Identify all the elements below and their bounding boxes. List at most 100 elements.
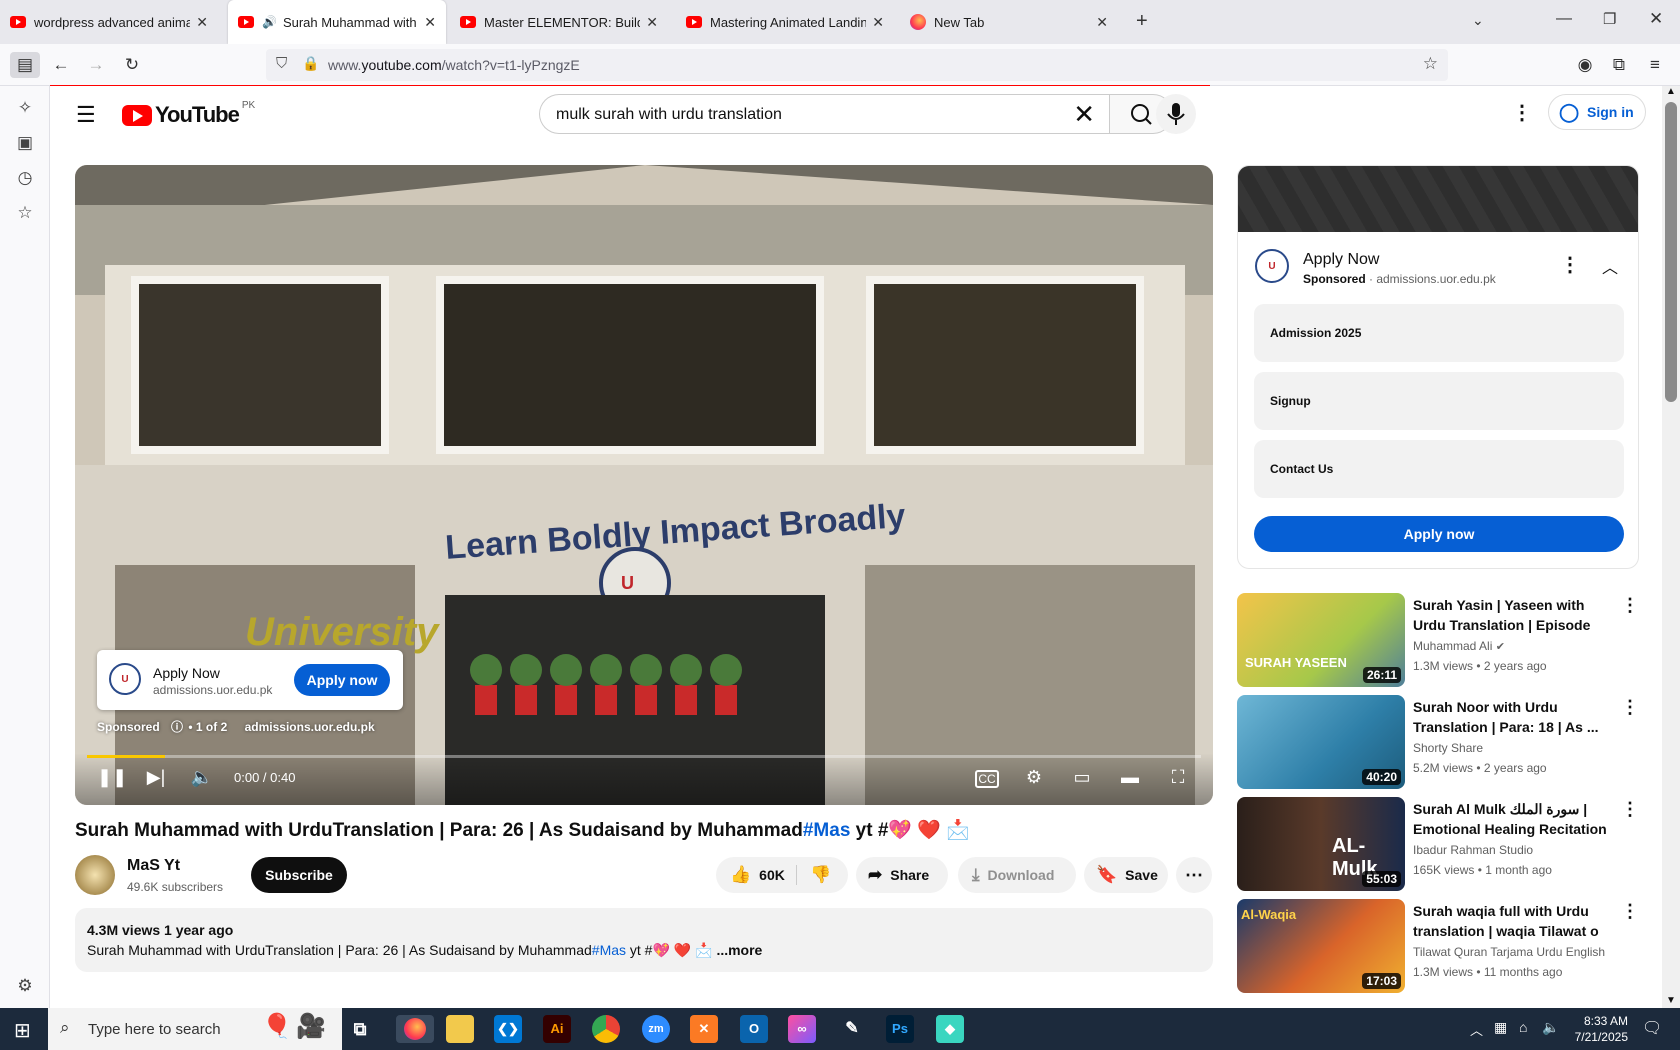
settings-gear-icon[interactable]: ⚙: [1021, 767, 1047, 788]
search-box[interactable]: mulk surah with urdu translation ✕: [539, 94, 1109, 134]
captions-icon[interactable]: CC: [975, 770, 999, 788]
description-box[interactable]: 4.3M views 1 year ago Surah Muhammad wit…: [75, 908, 1213, 972]
account-icon[interactable]: ◉: [1572, 52, 1598, 78]
recommendation-item[interactable]: 40:20 Surah Noor with Urdu Translation |…: [1237, 695, 1639, 791]
video-thumbnail[interactable]: 40:20: [1237, 695, 1405, 789]
share-button[interactable]: ➦ Share: [856, 857, 948, 893]
wifi-icon[interactable]: ⌂: [1519, 1019, 1527, 1035]
ad-link-signup[interactable]: Signup: [1254, 372, 1624, 430]
ai-sparkle-icon[interactable]: ✧: [14, 98, 36, 120]
url-text[interactable]: www.youtube.com/watch?v=t1-lyPzngzE: [328, 57, 580, 73]
minimize-icon[interactable]: —: [1556, 10, 1572, 28]
scroll-up-icon[interactable]: ▲: [1666, 86, 1676, 97]
recommendation-item[interactable]: Al-Waqia 17:03 Surah waqia full with Urd…: [1237, 899, 1639, 995]
search-input[interactable]: mulk surah with urdu translation: [556, 106, 782, 124]
menu-hamburger-icon[interactable]: ≡: [1642, 52, 1668, 78]
miniplayer-icon[interactable]: ▭: [1069, 767, 1095, 788]
task-view-icon[interactable]: ⧉: [346, 1015, 374, 1043]
info-icon[interactable]: ⓘ: [171, 720, 183, 734]
reload-icon[interactable]: ↻: [119, 52, 145, 78]
taskbar-search[interactable]: ⌕ Type here to search 🎈 🎥: [48, 1008, 342, 1050]
synced-tabs-icon[interactable]: ▣: [14, 133, 36, 155]
restore-icon[interactable]: ❐: [1603, 10, 1616, 28]
audio-playing-icon[interactable]: 🔊: [262, 15, 277, 29]
rec-title[interactable]: Surah Noor with Urdu Translation | Para:…: [1413, 697, 1613, 737]
settings-gear-icon[interactable]: ⚙: [14, 976, 36, 998]
network-icon[interactable]: ▦: [1494, 1019, 1507, 1036]
forward-icon[interactable]: →: [83, 52, 109, 78]
chrome-icon[interactable]: [592, 1015, 620, 1043]
fullscreen-icon[interactable]: ⛶: [1165, 767, 1191, 788]
desc-hashtag-link[interactable]: #Mas: [592, 942, 626, 958]
rec-menu-dots-icon[interactable]: ⋮: [1621, 901, 1639, 922]
windows-start-icon[interactable]: ⊞: [14, 1018, 31, 1043]
app-icon[interactable]: ◆: [936, 1015, 964, 1043]
youtube-logo[interactable]: YouTube PK: [122, 100, 255, 128]
pen-tool-icon[interactable]: ✎: [838, 1015, 866, 1043]
thumbs-down-icon[interactable]: 👎: [810, 865, 831, 885]
new-tab-icon[interactable]: +: [1136, 10, 1148, 33]
save-button[interactable]: 🔖 Save: [1084, 857, 1168, 893]
channel-avatar[interactable]: [75, 855, 115, 895]
creative-cloud-icon[interactable]: ∞: [788, 1015, 816, 1043]
tab-new-tab[interactable]: New Tab ✕: [900, 0, 1118, 44]
clear-search-icon[interactable]: ✕: [1073, 99, 1095, 130]
speaker-icon[interactable]: 🔈: [1542, 1019, 1559, 1036]
video-player[interactable]: Learn Boldly Impact Broadly U University…: [75, 165, 1213, 805]
back-icon[interactable]: ←: [48, 52, 74, 78]
more-actions-icon[interactable]: ⋯: [1176, 857, 1212, 893]
tab-elementor[interactable]: Master ELEMENTOR: Build a Res ✕: [450, 0, 668, 44]
history-icon[interactable]: ◷: [14, 168, 36, 190]
scroll-down-icon[interactable]: ▼: [1666, 995, 1676, 1006]
recommendation-item[interactable]: AL-Mulk 55:03 Surah Al Mulk سورة الملك |…: [1237, 797, 1639, 893]
channel-name[interactable]: MaS Yt: [127, 857, 180, 875]
extensions-icon[interactable]: ⧉: [1606, 52, 1632, 78]
xampp-icon[interactable]: ✕: [690, 1015, 718, 1043]
close-tab-icon[interactable]: ✕: [424, 14, 436, 31]
notifications-icon[interactable]: 🗨: [1642, 1018, 1662, 1038]
rec-title[interactable]: Surah Al Mulk سورة الملك | Emotional Hea…: [1413, 799, 1613, 839]
video-ad-overlay-card[interactable]: U Apply Now admissions.uor.edu.pk Apply …: [97, 650, 403, 710]
video-thumbnail[interactable]: AL-Mulk 55:03: [1237, 797, 1405, 891]
sponsored-domain-link[interactable]: admissions.uor.edu.pk: [245, 720, 375, 734]
ad-link-admission[interactable]: Admission 2025: [1254, 304, 1624, 362]
page-scrollbar[interactable]: ▲ ▼: [1662, 86, 1680, 1008]
sign-in-button[interactable]: ◯ Sign in: [1548, 94, 1646, 130]
ad-banner-image[interactable]: [1238, 166, 1638, 232]
tab-wordpress[interactable]: wordpress advanced animation ✕: [0, 0, 218, 44]
close-tab-icon[interactable]: ✕: [872, 14, 884, 31]
tab-surah-muhammad[interactable]: 🔊 Surah Muhammad with Urdu ✕: [228, 0, 446, 44]
collapse-chevron-icon[interactable]: ︿: [1602, 254, 1618, 278]
taskbar-clock[interactable]: 8:33 AM 7/21/2025: [1568, 1013, 1628, 1045]
rec-menu-dots-icon[interactable]: ⋮: [1621, 799, 1639, 820]
tab-animated-landing[interactable]: Mastering Animated Landing Pa ✕: [676, 0, 894, 44]
ad-title[interactable]: Apply Now: [1303, 251, 1379, 269]
rec-channel[interactable]: Muhammad Ali ✔: [1413, 639, 1505, 653]
settings-dots-icon[interactable]: ⋮: [1512, 100, 1532, 125]
illustrator-icon[interactable]: Ai: [543, 1015, 571, 1043]
download-button[interactable]: ⤓ Download: [958, 857, 1076, 893]
rec-title[interactable]: Surah Yasin | Yaseen with Urdu Translati…: [1413, 595, 1613, 635]
theater-mode-icon[interactable]: ▬: [1117, 767, 1143, 788]
next-icon[interactable]: ▶|: [143, 767, 169, 788]
list-tabs-chevron-icon[interactable]: ⌄: [1472, 12, 1484, 29]
vscode-icon[interactable]: ❮❯: [494, 1015, 522, 1043]
overlay-apply-button[interactable]: Apply now: [294, 664, 390, 696]
url-bar[interactable]: ⛉ 🔒 www.youtube.com/watch?v=t1-lyPzngzE …: [266, 49, 1448, 81]
photoshop-icon[interactable]: Ps: [886, 1015, 914, 1043]
close-tab-icon[interactable]: ✕: [196, 14, 208, 31]
voice-search-button[interactable]: [1156, 94, 1196, 134]
bookmark-star-icon[interactable]: ☆: [1423, 54, 1438, 74]
volume-icon[interactable]: 🔈: [189, 767, 215, 788]
ad-link-contact[interactable]: Contact Us: [1254, 440, 1624, 498]
ad-apply-button[interactable]: Apply now: [1254, 516, 1624, 552]
file-explorer-icon[interactable]: [446, 1015, 474, 1043]
subscribe-button[interactable]: Subscribe: [251, 857, 347, 893]
zoom-icon[interactable]: zm: [642, 1015, 670, 1043]
guide-menu-icon[interactable]: ☰: [76, 102, 96, 128]
rec-channel[interactable]: Ibadur Rahman Studio: [1413, 843, 1533, 857]
show-more-link[interactable]: ...more: [716, 942, 762, 958]
video-thumbnail[interactable]: SURAH YASEEN 26:11: [1237, 593, 1405, 687]
lock-icon[interactable]: 🔒: [302, 55, 319, 72]
title-hashtag-link[interactable]: #Mas: [803, 820, 851, 841]
